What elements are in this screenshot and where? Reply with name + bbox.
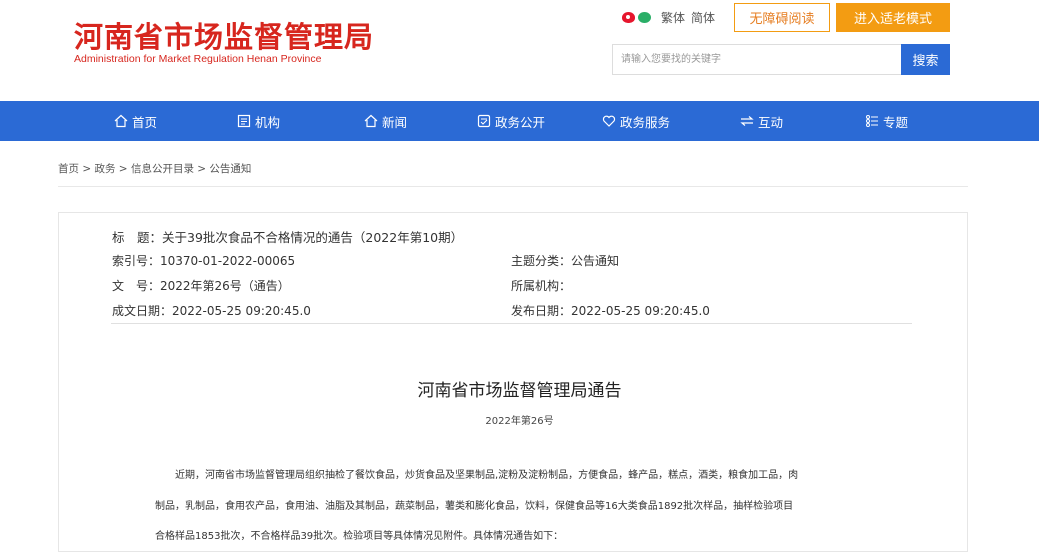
site-logo-english: Administration for Market Regulation Hen…: [74, 53, 322, 65]
nav-item-org[interactable]: 机构: [237, 101, 280, 141]
lang-simplified-link[interactable]: 简体: [691, 9, 715, 26]
search-input[interactable]: 请输入您要找的关键字: [612, 44, 902, 75]
divider: [58, 186, 968, 187]
org-icon: [237, 114, 251, 128]
top-links: 繁体 简体: [622, 9, 715, 26]
news-icon: [364, 114, 378, 128]
nav-item-home[interactable]: 首页: [114, 101, 157, 141]
weibo-icon[interactable]: [622, 12, 635, 23]
nav-label-home: 首页: [132, 114, 158, 130]
accessibility-button[interactable]: 无障碍阅读: [734, 3, 830, 32]
nav-item-interact[interactable]: 互动: [740, 101, 783, 141]
meta-doc-no: 文 号：2022年第26号（通告）: [112, 279, 290, 293]
main-nav: 首页 机构 新闻 政务公开 政务服务 互动 专题: [0, 101, 1039, 141]
social-links: [622, 12, 651, 23]
lang-traditional-link[interactable]: 繁体: [661, 9, 685, 26]
nav-label-org: 机构: [255, 114, 281, 130]
nav-item-topic[interactable]: 专题: [865, 101, 908, 141]
nav-item-service[interactable]: 政务服务: [602, 101, 670, 141]
topic-icon: [866, 115, 878, 127]
nav-item-news[interactable]: 新闻: [364, 101, 407, 141]
site-logo-chinese[interactable]: 河南省市场监督管理局: [74, 14, 374, 56]
article-number: 2022年第26号: [485, 416, 554, 427]
meta-category: 主题分类：公告通知: [511, 254, 620, 268]
open-gov-icon: [477, 114, 491, 128]
nav-label-topic: 专题: [883, 114, 909, 130]
article-paragraph: 近期，河南省市场监督管理局组织抽检了餐饮食品，炒货食品及坚果制品,淀粉及淀粉制品…: [175, 470, 799, 481]
nav-item-open-gov[interactable]: 政务公开: [477, 101, 545, 141]
meta-created: 成文日期：2022-05-25 09:20:45.0: [112, 304, 311, 318]
meta-title: 标 题：关于39批次食品不合格情况的通告（2022年第10期）: [112, 230, 464, 245]
nav-label-service: 政务服务: [620, 114, 671, 130]
heart-icon: [602, 115, 616, 127]
article-heading: 河南省市场监督管理局通告: [417, 381, 622, 401]
meta-index: 索引号：10370-01-2022-00065: [112, 254, 296, 268]
meta-published: 发布日期：2022-05-25 09:20:45.0: [511, 304, 710, 318]
breadcrumb[interactable]: 首页 > 政务 > 信息公开目录 > 公告通知: [58, 161, 251, 176]
nav-label-open-gov: 政务公开: [495, 114, 546, 130]
nav-label-news: 新闻: [382, 114, 408, 130]
wechat-icon[interactable]: [638, 12, 651, 23]
article-paragraph: 合格样品1853批次，不合格样品39批次。检验项目等具体情况见附件。具体情况通告…: [155, 531, 564, 542]
exchange-icon: [740, 116, 754, 126]
meta-org: 所属机构：: [511, 279, 572, 293]
article-paragraph: 制品，乳制品，食用农产品，食用油、油脂及其制品，蔬菜制品，薯类和膨化食品，饮料，…: [155, 501, 794, 512]
home-icon: [114, 114, 128, 128]
nav-label-interact: 互动: [758, 114, 784, 130]
elder-mode-button[interactable]: 进入适老模式: [836, 3, 950, 32]
search-button[interactable]: 搜索: [901, 44, 950, 75]
site-header: 河南省市场监督管理局 Administration for Market Reg…: [0, 0, 1039, 101]
meta-divider: [111, 323, 912, 324]
